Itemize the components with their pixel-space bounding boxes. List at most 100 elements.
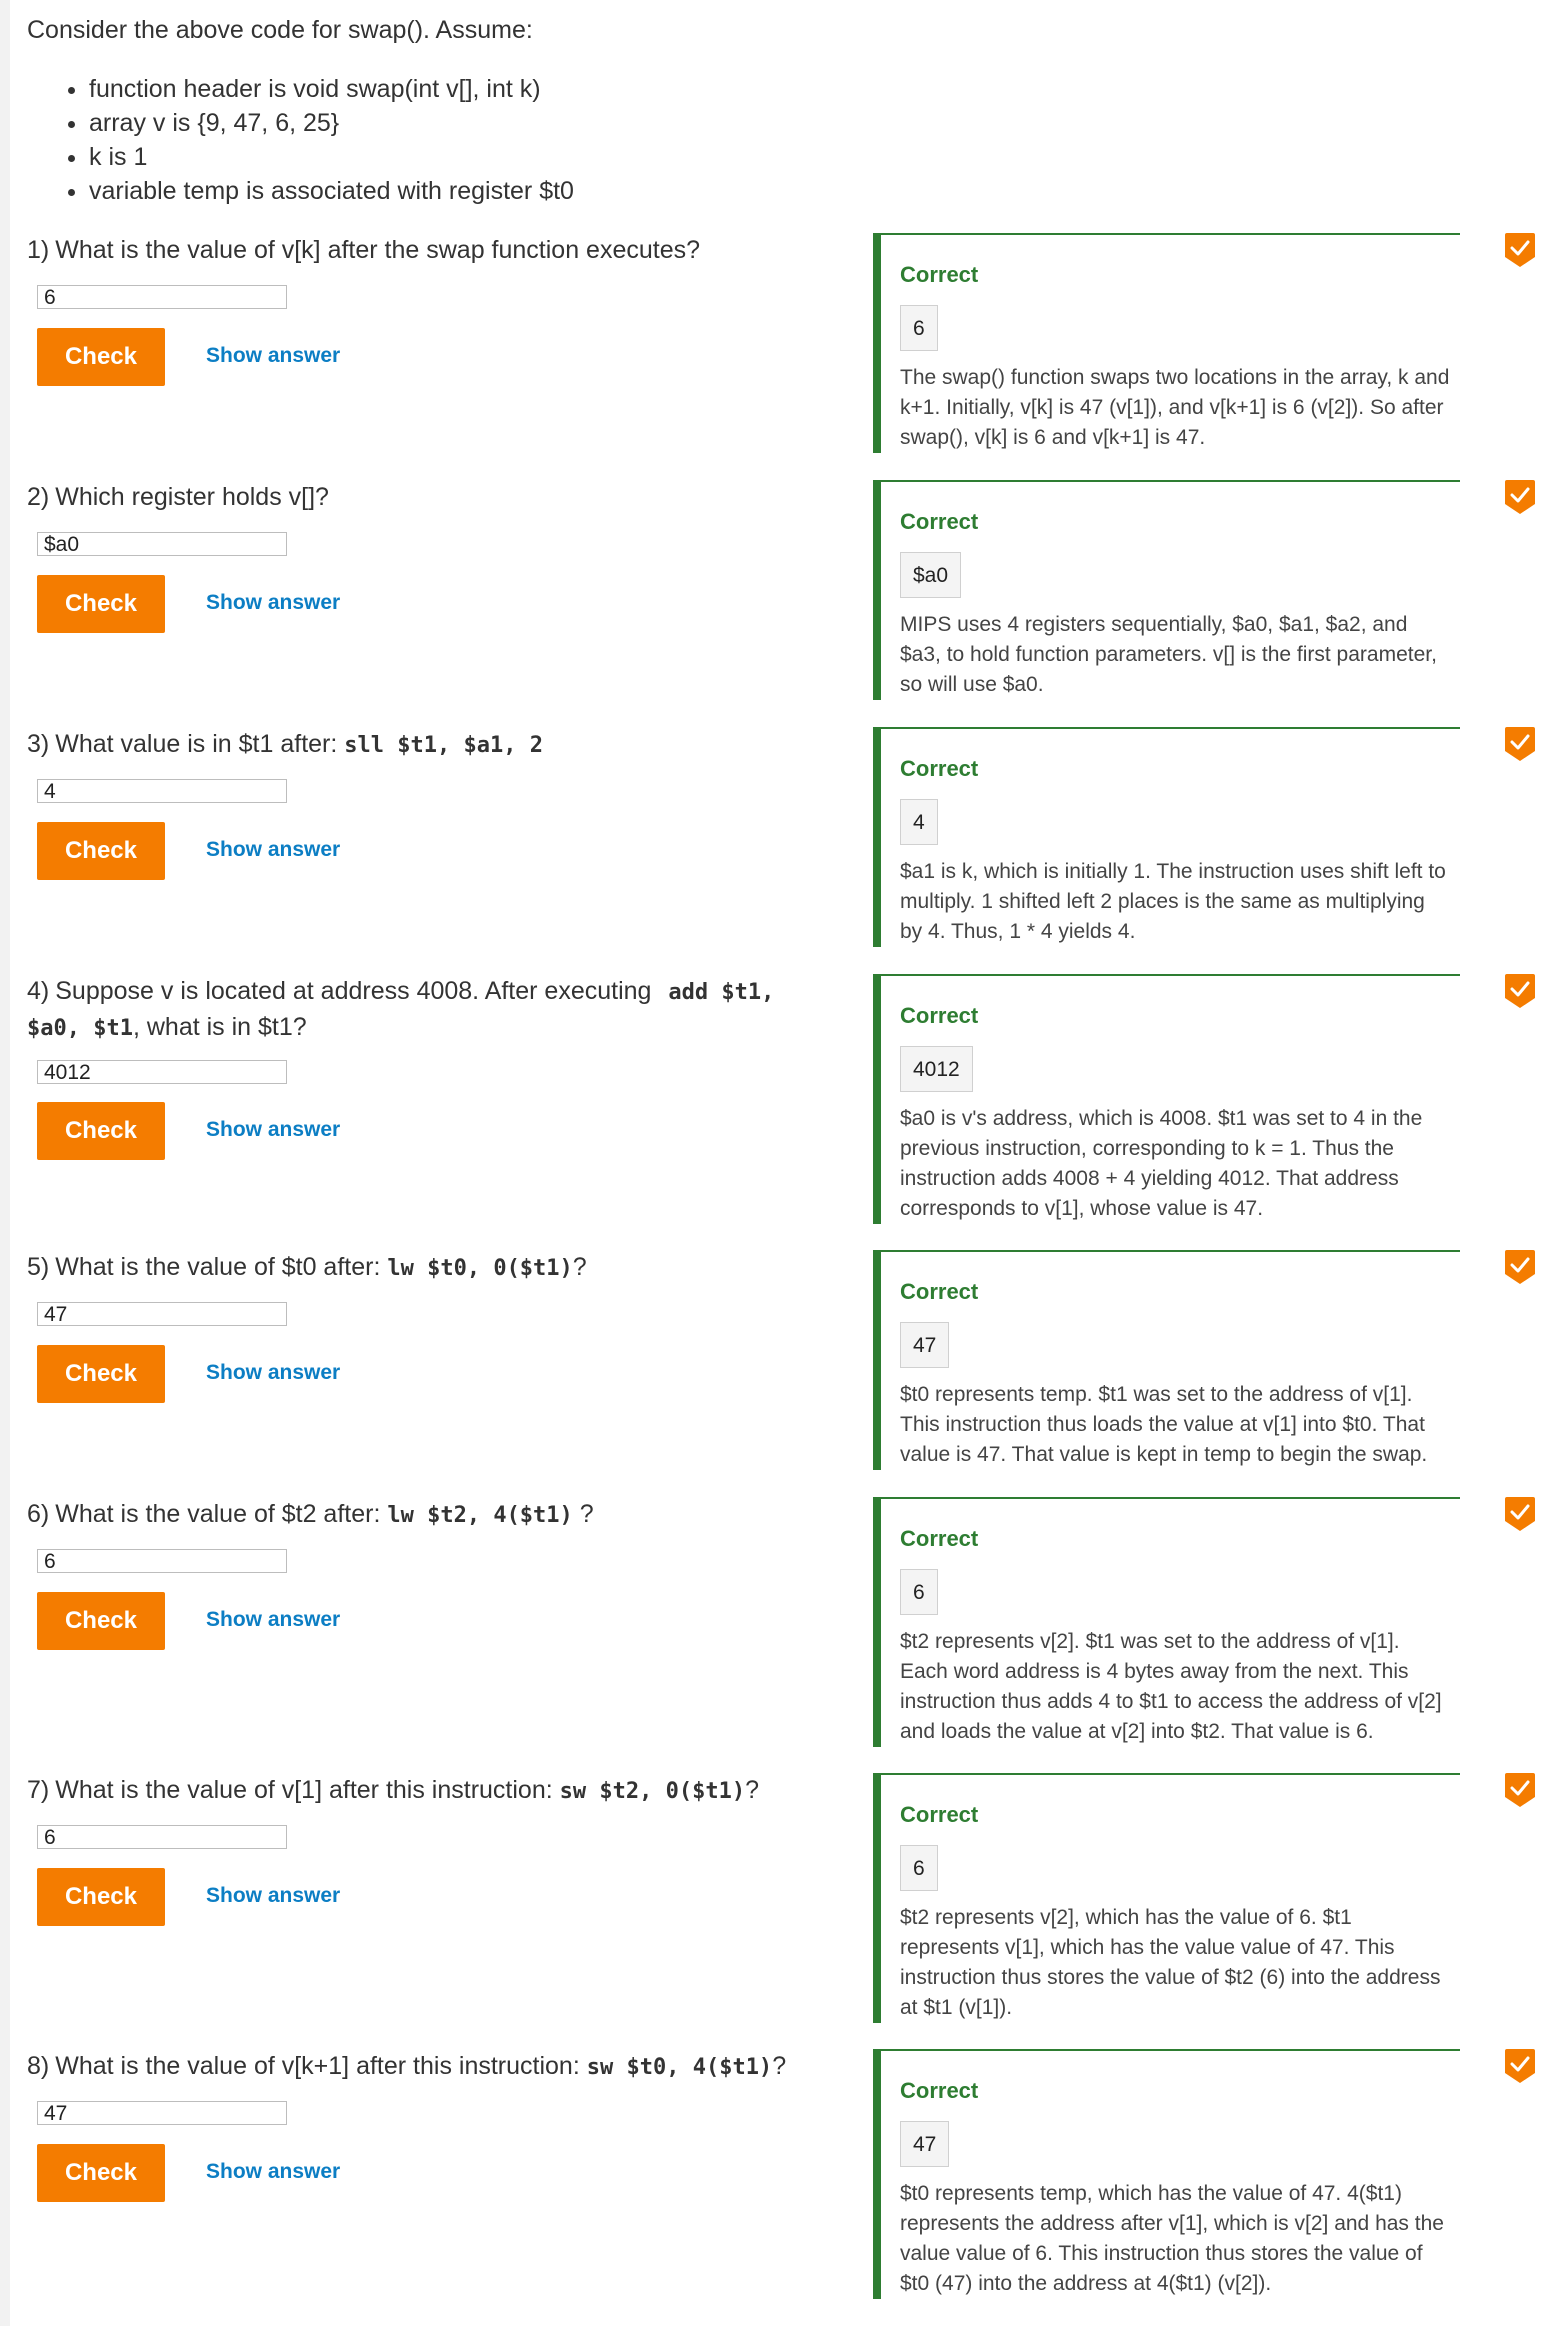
assumption-item: array v is {9, 47, 6, 25} (89, 106, 847, 140)
show-answer-link[interactable]: Show answer (206, 838, 340, 862)
feedback-panel: Correct 47 $t0 represents temp, which ha… (873, 2049, 1460, 2299)
question-body: 4) Suppose v is located at address 4008. … (27, 974, 857, 1046)
question-prompt: 2) Which register holds v[]? (27, 480, 857, 514)
answer-input[interactable]: 4 (37, 779, 287, 803)
question-number: 4) (27, 977, 50, 1005)
feedback-explanation: $t0 represents temp, which has the value… (900, 2182, 1444, 2295)
question-body: 2) Which register holds v[]? (27, 480, 857, 514)
show-answer-link[interactable]: Show answer (206, 1118, 340, 1142)
feedback-panel: Correct $a0 MIPS uses 4 registers sequen… (873, 480, 1460, 700)
answer-input[interactable]: 4012 (37, 1060, 287, 1084)
prompt-text-after: ? (572, 1253, 587, 1281)
prompt-text: What is the value of $t0 after: (55, 1253, 381, 1281)
feedback-panel: Correct 6 $t2 represents v[2]. $t1 was s… (873, 1497, 1460, 1747)
feedback-explanation: $a1 is k, which is initially 1. The inst… (900, 860, 1446, 943)
check-button[interactable]: Check (37, 1868, 165, 1926)
prompt-text: What is the value of $t2 after: (55, 1500, 381, 1528)
question-body: 7) What is the value of v[1] after this i… (27, 1773, 857, 1809)
feedback-answer-value: 47 (900, 2121, 950, 2167)
feedback-answer-value: 6 (900, 305, 938, 351)
prompt-text-after: ? (772, 2052, 787, 2080)
answer-input[interactable]: 47 (37, 2101, 287, 2125)
question-body: 5) What is the value of $t0 after: lw $t0… (27, 1250, 857, 1286)
show-answer-link[interactable]: Show answer (206, 2160, 340, 2184)
correct-check-icon (1505, 1773, 1535, 1807)
question-body: 6) What is the value of $t2 after: lw $t2… (27, 1497, 857, 1533)
feedback-answer-value: 4012 (900, 1046, 973, 1092)
instruction-code: sw $t2, 0($t1) (559, 1779, 746, 1804)
correct-check-icon (1505, 1497, 1535, 1531)
question-prompt: 7) What is the value of v[1] after this i… (27, 1773, 857, 1809)
answer-input[interactable]: 6 (37, 1549, 287, 1573)
feedback-panel: Correct 6 The swap() function swaps two … (873, 233, 1460, 453)
instruction-code: sw $t0, 4($t1) (586, 2055, 773, 2080)
question-number: 6) (27, 1500, 50, 1528)
intro-text: Consider the above code for swap(). Assu… (27, 16, 533, 44)
assumption-list: function header is void swap(int v[], in… (27, 72, 847, 208)
correct-check-icon (1505, 727, 1535, 761)
show-answer-link[interactable]: Show answer (206, 1884, 340, 1908)
feedback-answer-value: $a0 (900, 552, 962, 598)
question-5: 5) What is the value of $t0 after: lw $t0… (0, 1250, 1558, 1496)
check-button[interactable]: Check (37, 822, 165, 880)
feedback-explanation: $a0 is v's address, which is 4008. $t1 w… (900, 1107, 1423, 1220)
correct-label: Correct (900, 262, 979, 287)
prompt-text-after: ? (572, 1500, 594, 1528)
correct-check-icon (1505, 233, 1535, 267)
correct-check-icon (1505, 480, 1535, 514)
question-7: 7) What is the value of v[1] after this i… (0, 1773, 1558, 2048)
correct-label: Correct (900, 756, 979, 781)
check-button[interactable]: Check (37, 328, 165, 386)
correct-label: Correct (900, 509, 979, 534)
feedback-panel: Correct 47 $t0 represents temp. $t1 was … (873, 1250, 1460, 1470)
correct-label: Correct (900, 1802, 979, 1827)
instruction-code: sll $t1, $a1, 2 (344, 733, 543, 758)
answer-input[interactable]: 6 (37, 285, 287, 309)
check-button[interactable]: Check (37, 1345, 165, 1403)
prompt-text: Which register holds v[]? (55, 483, 329, 511)
prompt-text: What value is in $t1 after: (55, 730, 338, 758)
feedback-panel: Correct 4012 $a0 is v's address, which i… (873, 974, 1460, 1224)
question-number: 5) (27, 1253, 50, 1281)
correct-label: Correct (900, 2078, 979, 2103)
question-number: 1) (27, 236, 50, 264)
check-button[interactable]: Check (37, 2144, 165, 2202)
check-button[interactable]: Check (37, 1102, 165, 1160)
answer-input[interactable]: 47 (37, 1302, 287, 1326)
answer-input[interactable]: $a0 (37, 532, 287, 556)
feedback-explanation: The swap() function swaps two locations … (900, 366, 1450, 449)
prompt-text: What is the value of v[k] after the swap… (55, 236, 701, 264)
check-button[interactable]: Check (37, 575, 165, 633)
feedback-answer-value: 6 (900, 1845, 938, 1891)
answer-input[interactable]: 6 (37, 1825, 287, 1849)
feedback-answer-value: 47 (900, 1322, 950, 1368)
question-number: 7) (27, 1776, 50, 1804)
correct-label: Correct (900, 1279, 979, 1304)
question-prompt: 5) What is the value of $t0 after: lw $t0… (27, 1250, 857, 1286)
correct-label: Correct (900, 1003, 979, 1028)
prompt-text: Suppose v is located at address 4008. Af… (55, 977, 652, 1005)
prompt-text: What is the value of v[k+1] after this i… (55, 2052, 580, 2080)
question-prompt: 8) What is the value of v[k+1] after this… (27, 2049, 857, 2085)
show-answer-link[interactable]: Show answer (206, 344, 340, 368)
question-6: 6) What is the value of $t2 after: lw $t2… (0, 1497, 1558, 1772)
feedback-explanation: $t2 represents v[2]. $t1 was set to the … (900, 1630, 1442, 1743)
question-8: 8) What is the value of v[k+1] after this… (0, 2049, 1558, 2326)
question-number: 8) (27, 2052, 50, 2080)
check-button[interactable]: Check (37, 1592, 165, 1650)
intro-section: Consider the above code for swap(). Assu… (27, 16, 847, 208)
feedback-answer-value: 6 (900, 1569, 938, 1615)
feedback-answer-value: 4 (900, 799, 938, 845)
feedback-explanation: $t2 represents v[2], which has the value… (900, 1906, 1441, 2019)
question-3: 3) What value is in $t1 after: sll $t1, $… (0, 727, 1558, 973)
show-answer-link[interactable]: Show answer (206, 1361, 340, 1385)
question-prompt: 6) What is the value of $t2 after: lw $t2… (27, 1497, 857, 1533)
page: Consider the above code for swap(). Assu… (0, 0, 1558, 2326)
show-answer-link[interactable]: Show answer (206, 1608, 340, 1632)
feedback-panel: Correct 6 $t2 represents v[2], which has… (873, 1773, 1460, 2023)
question-body: 8) What is the value of v[k+1] after this… (27, 2049, 857, 2085)
question-prompt: 1) What is the value of v[k] after the sw… (27, 233, 857, 267)
instruction-code: lw $t2, 4($t1) (387, 1503, 573, 1528)
prompt-text-after: , what is in $t1? (132, 1013, 307, 1041)
show-answer-link[interactable]: Show answer (206, 591, 340, 615)
